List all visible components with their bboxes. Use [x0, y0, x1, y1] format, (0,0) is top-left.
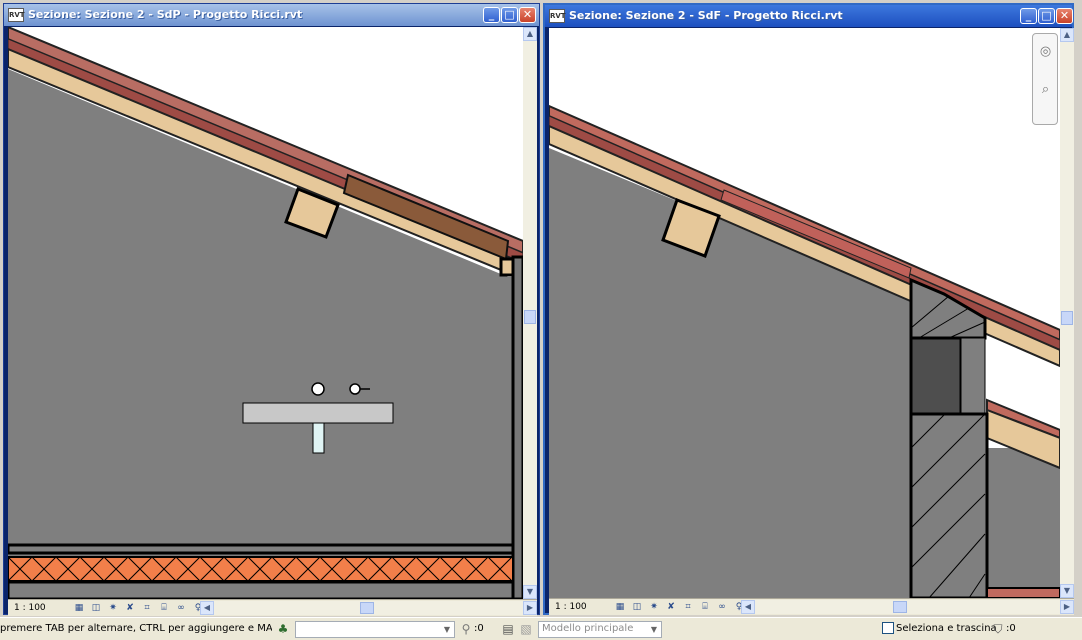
chevron-down-icon[interactable]: ▼: [647, 622, 661, 637]
scroll-thumb[interactable]: [1061, 311, 1073, 325]
scroll-left-icon[interactable]: ◀: [741, 600, 755, 614]
shadows-icon[interactable]: ✘: [123, 603, 137, 614]
scroll-right-icon[interactable]: ▶: [1060, 600, 1074, 614]
section-drawing: [549, 28, 1060, 598]
view-window-sdp[interactable]: RVT Sezione: Sezione 2 - SdP - Progetto …: [3, 3, 540, 616]
horizontal-scrollbar[interactable]: ◀ ▶: [741, 600, 1074, 614]
filter-icon[interactable]: ⛉: [990, 621, 1006, 637]
section-head-marker[interactable]: [242, 402, 394, 424]
worksets-icon[interactable]: ♣: [275, 621, 291, 637]
steering-wheel-icon[interactable]: ◎: [1036, 42, 1055, 61]
show-crop-icon[interactable]: ⌸: [698, 602, 712, 613]
drag-elements-label: Seleziona e trascina: [896, 623, 997, 634]
scale-label[interactable]: 1 : 100: [555, 602, 587, 612]
editable-only-icon[interactable]: ▤: [500, 621, 516, 637]
window-title: Sezione: Sezione 2 - SdF - Progetto Ricc…: [569, 9, 843, 22]
scale-label[interactable]: 1 : 100: [14, 603, 46, 613]
temporary-hide-icon[interactable]: ∞: [174, 603, 188, 614]
revit-file-icon: RVT: [549, 9, 566, 23]
scroll-left-icon[interactable]: ◀: [200, 601, 214, 615]
scroll-thumb[interactable]: [893, 601, 907, 613]
close-button[interactable]: ✕: [1056, 8, 1073, 24]
shadows-icon[interactable]: ✘: [664, 602, 678, 613]
sun-path-icon[interactable]: ✷: [106, 603, 120, 614]
status-bar: premere TAB per alternare, CTRL per aggi…: [0, 617, 1082, 640]
vertical-scrollbar[interactable]: ▲ ▼: [1060, 28, 1074, 598]
temporary-hide-icon[interactable]: ∞: [715, 602, 729, 613]
revit-file-icon: RVT: [8, 8, 25, 22]
crop-region-icon[interactable]: ⌗: [681, 602, 695, 613]
visual-style-icon[interactable]: ◫: [89, 603, 103, 614]
view-control-bar: 1 : 100 ▦ ◫ ✷ ✘ ⌗ ⌸ ∞ ♀ ◀ ▶: [549, 598, 1074, 615]
drag-elements-checkbox[interactable]: [882, 622, 894, 634]
scroll-up-icon[interactable]: ▲: [523, 27, 537, 41]
maximize-button[interactable]: □: [1038, 8, 1055, 24]
window-title: Sezione: Sezione 2 - SdP - Progetto Ricc…: [28, 8, 303, 21]
scroll-up-icon[interactable]: ▲: [1060, 28, 1074, 42]
status-message: premere TAB per alternare, CTRL per aggi…: [0, 623, 272, 634]
zoom-icon[interactable]: ⌕: [1036, 80, 1055, 99]
scroll-thumb[interactable]: [360, 602, 374, 614]
title-bar[interactable]: RVT Sezione: Sezione 2 - SdP - Progetto …: [4, 4, 539, 26]
show-crop-icon[interactable]: ⌸: [157, 603, 171, 614]
selected-count: :0: [474, 623, 484, 634]
detail-level-icon[interactable]: ▦: [613, 602, 627, 613]
scroll-down-icon[interactable]: ▼: [1060, 584, 1074, 598]
detail-level-icon[interactable]: ▦: [72, 603, 86, 614]
view-control-bar: 1 : 100 ▦ ◫ ✷ ✘ ⌗ ⌸ ∞ ♀ ◀ ▶: [8, 599, 537, 616]
title-bar[interactable]: RVT Sezione: Sezione 2 - SdF - Progetto …: [545, 5, 1073, 27]
rotate-control-icon[interactable]: [311, 382, 325, 396]
design-option-dropdown[interactable]: Modello principale ▼: [538, 621, 662, 638]
design-options-icon[interactable]: ▧: [518, 621, 534, 637]
select-links-icon[interactable]: ⚲: [458, 621, 474, 637]
maximize-button[interactable]: □: [501, 7, 518, 23]
crop-region-icon[interactable]: ⌗: [140, 603, 154, 614]
scroll-thumb[interactable]: [524, 310, 536, 324]
horizontal-scrollbar[interactable]: ◀ ▶: [200, 601, 537, 615]
navigation-bar: ◎ ⌕: [1032, 33, 1058, 125]
visual-style-icon[interactable]: ◫: [630, 602, 644, 613]
minimize-button[interactable]: _: [483, 7, 500, 23]
chevron-down-icon[interactable]: ▼: [440, 622, 454, 637]
close-button[interactable]: ✕: [519, 7, 536, 23]
scroll-down-icon[interactable]: ▼: [523, 585, 537, 599]
design-option-value: Modello principale: [542, 623, 634, 634]
workset-dropdown[interactable]: ▼: [295, 621, 455, 638]
scroll-right-icon[interactable]: ▶: [523, 601, 537, 615]
view-window-sdf[interactable]: RVT Sezione: Sezione 2 - SdF - Progetto …: [543, 3, 1074, 615]
filter-count: :0: [1006, 623, 1016, 634]
minimize-button[interactable]: _: [1020, 8, 1037, 24]
column-hatch: [909, 277, 989, 598]
vertical-scrollbar[interactable]: ▲ ▼: [523, 27, 537, 599]
section-view-canvas[interactable]: [8, 27, 523, 599]
flip-control-icon[interactable]: [349, 383, 361, 395]
sun-path-icon[interactable]: ✷: [647, 602, 661, 613]
section-drawing: [8, 27, 523, 599]
section-view-canvas[interactable]: [549, 28, 1060, 598]
